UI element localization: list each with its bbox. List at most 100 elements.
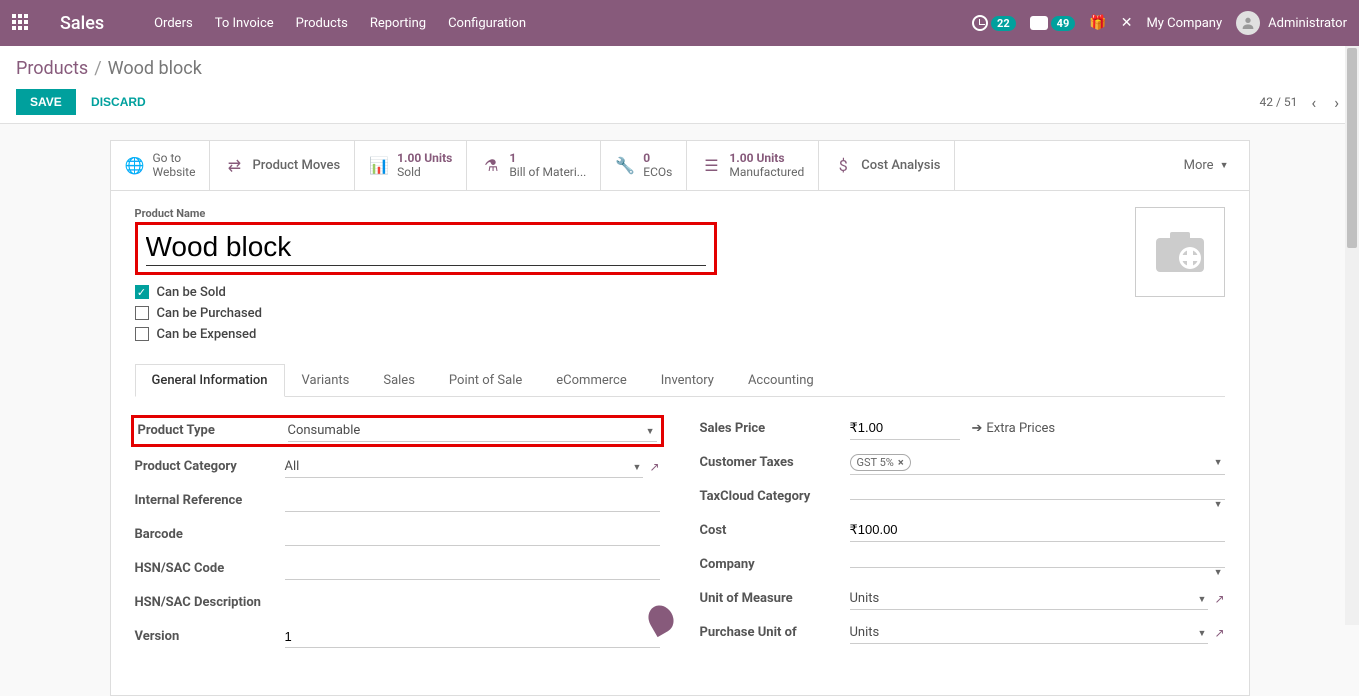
action-bar: SAVE DISCARD 42 / 51 ‹ ›	[16, 89, 1343, 115]
external-link-icon[interactable]: ↗	[1214, 626, 1224, 640]
hsn-desc-label: HSN/SAC Description	[135, 595, 285, 610]
uom-label: Unit of Measure	[700, 591, 850, 606]
tab-general-information[interactable]: General Information	[135, 364, 285, 397]
globe-icon: 🌐	[125, 156, 145, 175]
app-title[interactable]: Sales	[60, 13, 104, 34]
caret-down-icon: ▼	[1220, 160, 1229, 171]
wrench-icon[interactable]: ✕	[1121, 15, 1133, 31]
cost-input[interactable]	[850, 520, 1225, 542]
can-be-expensed-checkbox[interactable]	[135, 327, 149, 341]
breadcrumb-separator: /	[94, 58, 101, 79]
tab-accounting[interactable]: Accounting	[731, 364, 831, 396]
caret-down-icon: ▼	[1214, 499, 1223, 510]
apps-icon[interactable]	[12, 14, 30, 32]
pager-next-icon[interactable]: ›	[1330, 91, 1343, 114]
tab-content: Product Type Consumable ▼ Product Catego…	[135, 397, 1225, 679]
purchase-uom-select[interactable]: Units	[850, 622, 1209, 644]
cost-row: Cost	[700, 519, 1225, 543]
product-category-label: Product Category	[135, 459, 285, 474]
product-type-select[interactable]: Consumable	[288, 420, 657, 442]
stat-product-moves[interactable]: ⇄ Product Moves	[210, 141, 355, 190]
tab-sales[interactable]: Sales	[366, 364, 432, 396]
topbar-right: 22 49 🎁 ✕ My Company Administrator	[972, 11, 1347, 35]
hsn-code-row: HSN/SAC Code	[135, 557, 660, 581]
stat-sold[interactable]: 📊 1.00 UnitsSold	[355, 141, 467, 190]
product-image-upload[interactable]	[1135, 207, 1225, 297]
can-be-expensed-label: Can be Expensed	[157, 327, 257, 342]
activities-button[interactable]: 22	[972, 15, 1016, 31]
customer-taxes-select[interactable]: GST 5%×	[850, 451, 1225, 475]
pager-text[interactable]: 42 / 51	[1259, 95, 1297, 109]
barcode-input[interactable]	[285, 524, 660, 546]
version-input[interactable]	[285, 626, 660, 648]
activity-count: 22	[991, 16, 1016, 31]
pager-prev-icon[interactable]: ‹	[1307, 91, 1320, 114]
external-link-icon[interactable]: ↗	[649, 460, 659, 474]
uom-select[interactable]: Units	[850, 588, 1209, 610]
nav-orders[interactable]: Orders	[154, 16, 193, 31]
nav-configuration[interactable]: Configuration	[448, 16, 526, 31]
stat-more[interactable]: More ▼	[1164, 141, 1249, 190]
breadcrumb-products[interactable]: Products	[16, 58, 88, 79]
extra-prices-button[interactable]: ➔Extra Prices	[972, 421, 1056, 436]
stat-website[interactable]: 🌐 Go to Website	[111, 141, 211, 190]
sales-price-label: Sales Price	[700, 421, 850, 436]
version-label: Version	[135, 629, 285, 644]
nav-reporting[interactable]: Reporting	[370, 16, 426, 31]
product-name-input[interactable]	[146, 229, 706, 266]
company-label: Company	[700, 557, 850, 572]
company-switcher[interactable]: My Company	[1146, 16, 1222, 31]
scrollbar-thumb[interactable]	[1347, 48, 1357, 248]
can-be-purchased-checkbox[interactable]	[135, 306, 149, 320]
taxcloud-row: TaxCloud Category ▼	[700, 485, 1225, 509]
purchase-uom-label: Purchase Unit of	[700, 625, 850, 640]
camera-icon	[1152, 228, 1208, 276]
tab-point-of-sale[interactable]: Point of Sale	[432, 364, 539, 396]
external-link-icon[interactable]: ↗	[1214, 592, 1224, 606]
can-be-sold-checkbox[interactable]	[135, 285, 149, 299]
product-type-label: Product Type	[138, 423, 288, 438]
stat-ecos[interactable]: 🔧 0ECOs	[601, 141, 687, 190]
taxcloud-select[interactable]	[850, 493, 1225, 500]
gift-icon[interactable]: 🎁	[1089, 15, 1106, 31]
company-select[interactable]	[850, 561, 1225, 568]
user-menu[interactable]: Administrator	[1236, 11, 1347, 35]
cost-label: Cost	[700, 523, 850, 538]
customer-taxes-label: Customer Taxes	[700, 455, 850, 470]
nav-products[interactable]: Products	[296, 16, 348, 31]
message-count: 49	[1051, 16, 1076, 31]
list-icon: ☰	[701, 156, 721, 175]
breadcrumb: Products / Wood block	[16, 58, 1343, 79]
tab-ecommerce[interactable]: eCommerce	[539, 364, 643, 396]
save-button[interactable]: SAVE	[16, 89, 76, 115]
can-be-expensed-row: Can be Expensed	[135, 327, 1115, 342]
stat-cost-analysis[interactable]: $ Cost Analysis	[819, 141, 955, 190]
tab-inventory[interactable]: Inventory	[644, 364, 731, 396]
arrow-right-icon: ➔	[972, 421, 983, 436]
form-view: 🌐 Go to Website ⇄ Product Moves 📊 1.00 U…	[110, 140, 1250, 696]
internal-reference-input[interactable]	[285, 490, 660, 512]
tab-variants[interactable]: Variants	[285, 364, 367, 396]
tag-remove-icon[interactable]: ×	[898, 456, 904, 469]
can-be-sold-label: Can be Sold	[157, 285, 226, 300]
hsn-code-input[interactable]	[285, 558, 660, 580]
chat-icon	[1030, 16, 1048, 30]
customer-taxes-row: Customer Taxes GST 5%× ▼	[700, 451, 1225, 475]
messages-button[interactable]: 49	[1030, 16, 1076, 31]
stat-manufactured[interactable]: ☰ 1.00 UnitsManufactured	[687, 141, 819, 190]
scrollbar[interactable]	[1345, 46, 1359, 625]
barcode-row: Barcode	[135, 523, 660, 547]
product-options: Can be Sold Can be Purchased Can be Expe…	[135, 285, 1115, 342]
stat-bom[interactable]: ⚗ 1Bill of Materi...	[467, 141, 601, 190]
avatar-icon	[1236, 11, 1260, 35]
product-category-row: Product Category All ▼ ↗	[135, 455, 660, 479]
wrench-icon: 🔧	[615, 156, 635, 175]
exchange-icon: ⇄	[224, 156, 244, 175]
sales-price-input[interactable]	[850, 418, 960, 440]
clock-icon	[972, 15, 988, 31]
tax-tag: GST 5%×	[850, 454, 911, 471]
product-category-select[interactable]: All	[285, 456, 644, 478]
nav-to-invoice[interactable]: To Invoice	[215, 16, 274, 31]
left-column: Product Type Consumable ▼ Product Catego…	[135, 417, 660, 659]
discard-button[interactable]: DISCARD	[79, 89, 158, 115]
